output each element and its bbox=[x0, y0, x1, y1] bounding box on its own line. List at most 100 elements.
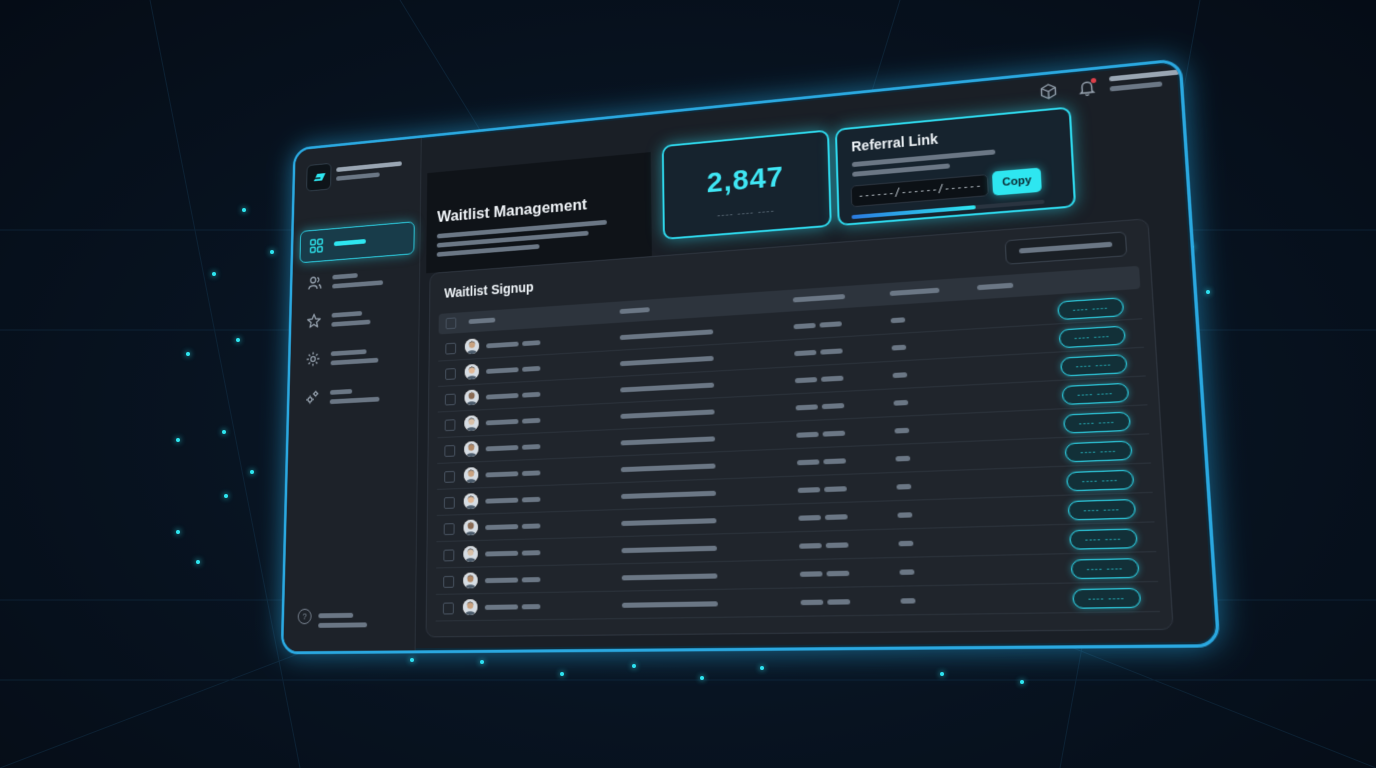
column-header-placeholder[interactable] bbox=[977, 283, 1013, 291]
row-checkbox[interactable] bbox=[444, 471, 455, 483]
name-placeholder bbox=[486, 419, 519, 425]
name-placeholder bbox=[486, 342, 518, 349]
sidebar-item-users[interactable] bbox=[299, 260, 413, 300]
copy-button[interactable]: Copy bbox=[992, 168, 1042, 196]
avatar bbox=[465, 338, 479, 354]
filter-placeholder bbox=[1019, 242, 1112, 254]
date-placeholder bbox=[795, 377, 817, 383]
position-placeholder bbox=[893, 372, 908, 378]
logo-mark-icon bbox=[307, 164, 331, 191]
sidebar-item-label-placeholder bbox=[330, 397, 380, 404]
name-placeholder bbox=[522, 470, 540, 476]
user-name-placeholder bbox=[1109, 70, 1179, 82]
name-placeholder bbox=[522, 604, 541, 609]
bell-icon[interactable] bbox=[1077, 78, 1097, 98]
status-badge[interactable]: ---- ---- bbox=[1071, 558, 1140, 579]
users-icon bbox=[307, 274, 322, 291]
position-placeholder bbox=[892, 345, 907, 351]
name-placeholder bbox=[485, 498, 518, 504]
status-badge[interactable]: ---- ---- bbox=[1060, 354, 1127, 376]
email-placeholder bbox=[620, 383, 714, 393]
integrations-gear-icon bbox=[304, 389, 320, 406]
package-icon[interactable] bbox=[1038, 82, 1058, 102]
avatar bbox=[463, 572, 478, 588]
status-badge[interactable]: ---- ---- bbox=[1068, 499, 1136, 521]
date-placeholder bbox=[826, 571, 849, 577]
sidebar: ? bbox=[283, 138, 421, 652]
referral-progress-fill bbox=[852, 205, 976, 219]
status-badge[interactable]: ---- ---- bbox=[1066, 470, 1134, 492]
sidebar-item-label-placeholder bbox=[331, 349, 367, 356]
status-badge[interactable]: ---- ---- bbox=[1059, 326, 1126, 349]
status-badge[interactable]: ---- ---- bbox=[1072, 588, 1141, 609]
help-sub-placeholder bbox=[318, 622, 367, 627]
date-placeholder bbox=[826, 542, 849, 548]
date-placeholder bbox=[797, 459, 819, 465]
date-placeholder bbox=[827, 599, 850, 605]
date-placeholder bbox=[794, 350, 816, 356]
signup-count-value: 2,847 bbox=[664, 157, 829, 204]
table-filter-input[interactable] bbox=[1005, 231, 1128, 264]
name-placeholder bbox=[485, 551, 518, 557]
row-checkbox[interactable] bbox=[445, 394, 456, 406]
app-logo[interactable] bbox=[306, 163, 331, 192]
position-placeholder bbox=[895, 456, 910, 462]
status-badge[interactable]: ---- ---- bbox=[1057, 297, 1124, 320]
date-placeholder bbox=[823, 458, 846, 464]
email-placeholder bbox=[621, 436, 715, 445]
column-header-placeholder[interactable] bbox=[890, 288, 940, 296]
name-placeholder bbox=[485, 578, 518, 584]
position-placeholder bbox=[894, 400, 909, 406]
help-icon[interactable]: ? bbox=[298, 609, 312, 625]
column-header-placeholder[interactable] bbox=[793, 294, 845, 302]
position-placeholder bbox=[891, 317, 906, 323]
row-checkbox[interactable] bbox=[444, 445, 455, 457]
column-header-placeholder[interactable] bbox=[469, 318, 496, 324]
email-placeholder bbox=[621, 463, 716, 472]
status-badge[interactable]: ---- ---- bbox=[1065, 440, 1133, 462]
row-checkbox[interactable] bbox=[443, 549, 454, 561]
select-all-checkbox[interactable] bbox=[446, 317, 457, 329]
position-placeholder bbox=[894, 428, 909, 434]
row-checkbox[interactable] bbox=[444, 523, 455, 535]
page-header: Waitlist Management bbox=[426, 152, 652, 273]
date-placeholder bbox=[820, 321, 842, 327]
avatar bbox=[464, 441, 478, 457]
referral-link-field[interactable]: ------/------/------ bbox=[851, 174, 989, 207]
date-placeholder bbox=[798, 487, 820, 493]
sidebar-item-integrations[interactable] bbox=[296, 376, 411, 414]
star-icon bbox=[306, 312, 321, 329]
avatar bbox=[464, 415, 478, 431]
avatar bbox=[464, 493, 479, 509]
row-checkbox[interactable] bbox=[445, 368, 456, 380]
email-placeholder bbox=[622, 601, 718, 608]
sidebar-item-settings[interactable] bbox=[297, 337, 412, 375]
avatar bbox=[463, 599, 478, 615]
help-label-placeholder bbox=[318, 613, 353, 618]
sidebar-item-label-placeholder bbox=[332, 280, 383, 288]
position-placeholder bbox=[898, 541, 913, 547]
status-badge[interactable]: ---- ---- bbox=[1063, 412, 1131, 434]
status-badge[interactable]: ---- ---- bbox=[1062, 383, 1130, 405]
sidebar-item-dashboard[interactable] bbox=[299, 221, 414, 263]
referral-link-title: Referral Link bbox=[851, 131, 938, 155]
sidebar-item-label-placeholder bbox=[334, 239, 366, 246]
row-checkbox[interactable] bbox=[443, 576, 454, 588]
dashboard-grid-icon bbox=[309, 237, 324, 254]
row-checkbox[interactable] bbox=[444, 497, 455, 509]
status-badge[interactable]: ---- ---- bbox=[1069, 528, 1138, 549]
row-checkbox[interactable] bbox=[443, 602, 454, 614]
waitlist-table: Waitlist Signup ---- ---- ---- ---- ---- -… bbox=[426, 218, 1174, 637]
chevron-down-icon[interactable] bbox=[1188, 65, 1209, 85]
date-placeholder bbox=[800, 571, 823, 577]
row-checkbox[interactable] bbox=[445, 419, 456, 431]
avatar bbox=[464, 467, 479, 483]
column-header-placeholder[interactable] bbox=[620, 307, 650, 314]
name-placeholder bbox=[522, 366, 540, 372]
date-placeholder bbox=[798, 515, 821, 521]
row-checkbox[interactable] bbox=[445, 343, 456, 355]
date-placeholder bbox=[824, 486, 847, 492]
date-placeholder bbox=[825, 514, 848, 520]
name-placeholder bbox=[486, 393, 519, 400]
sidebar-item-favorites[interactable] bbox=[298, 298, 412, 337]
